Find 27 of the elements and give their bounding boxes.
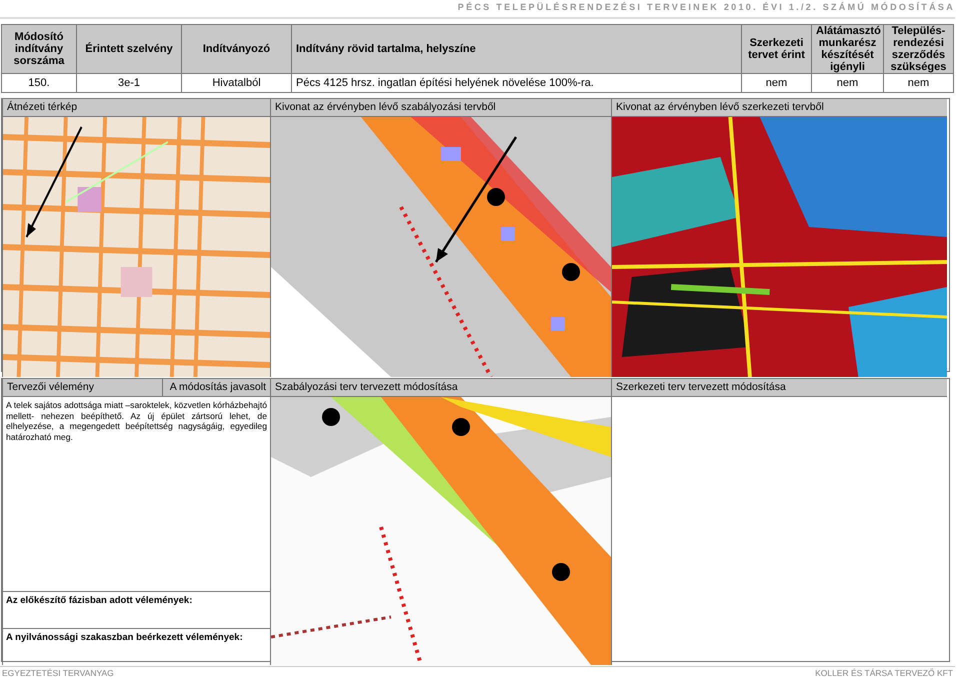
table-cell: 3e-1 xyxy=(76,74,182,92)
panel-header: Kivonat az érvényben lévő szerkezeti tervből xyxy=(612,99,947,117)
column-header: Alátámasztó munkarész készítését igényli xyxy=(812,24,884,74)
table-cell: Hivatalból xyxy=(182,74,292,92)
opinion-text: A telek sajátos adottsága miatt –saroktelek, közvetlen kórházbehajtó mellett- nehezen beépíthető. Az új épület zártsorú lehet, de elhelyezése, a megengedett beépítettség nagyságáig, egyedileg határozható meg. xyxy=(5,399,268,444)
column-header: Indítvány rövid tartalma, helyszíne xyxy=(292,24,742,74)
table-cell: nem xyxy=(812,74,884,92)
table-cell: nem xyxy=(742,74,812,92)
panel-header: Átnézeti térkép xyxy=(3,99,270,117)
footer-right-text: KOLLER ÉS TÁRSA TERVEZŐ KFT xyxy=(815,667,953,678)
public-opinions-label: A nyilvánossági szakaszban beérkezett vélemények: xyxy=(3,628,270,665)
column-header: Indítványozó xyxy=(182,24,292,74)
table-cell: Pécs 4125 hrsz. ingatlan építési helyének növelése 100%-ra. xyxy=(292,74,742,92)
column-header: Szerkezeti tervet érint xyxy=(742,24,812,74)
column-header: Módosító indítvány sorszáma xyxy=(2,24,76,74)
panel-header: Szabályozási terv tervezett módosítása xyxy=(271,379,611,397)
document-title: PÉCS TELEPÜLÉSRENDEZÉSI TERVEINEK 2010. ÉVI 1./2. SZÁMÚ MÓDOSÍTÁSA xyxy=(456,1,955,12)
preparatory-opinions-label: Az előkészítő fázisban adott vélemények: xyxy=(3,591,270,628)
panel-header: Szerkezeti terv tervezett módosítása xyxy=(612,379,947,397)
footer-left-text: EGYEZTETÉSI TERVANYAG xyxy=(2,667,114,678)
panel-header: Kivonat az érvényben lévő szabályozási tervből xyxy=(271,99,611,117)
opinion-header: Tervezői vélemény xyxy=(6,380,95,395)
table-cell: 150. xyxy=(2,74,76,92)
column-header: Érintett szelvény xyxy=(76,24,182,74)
column-header: Település-rendezési szerződés szükséges xyxy=(884,24,954,74)
table-cell: nem xyxy=(884,74,954,92)
verdict-text: A módosítás javasolt xyxy=(162,379,270,396)
